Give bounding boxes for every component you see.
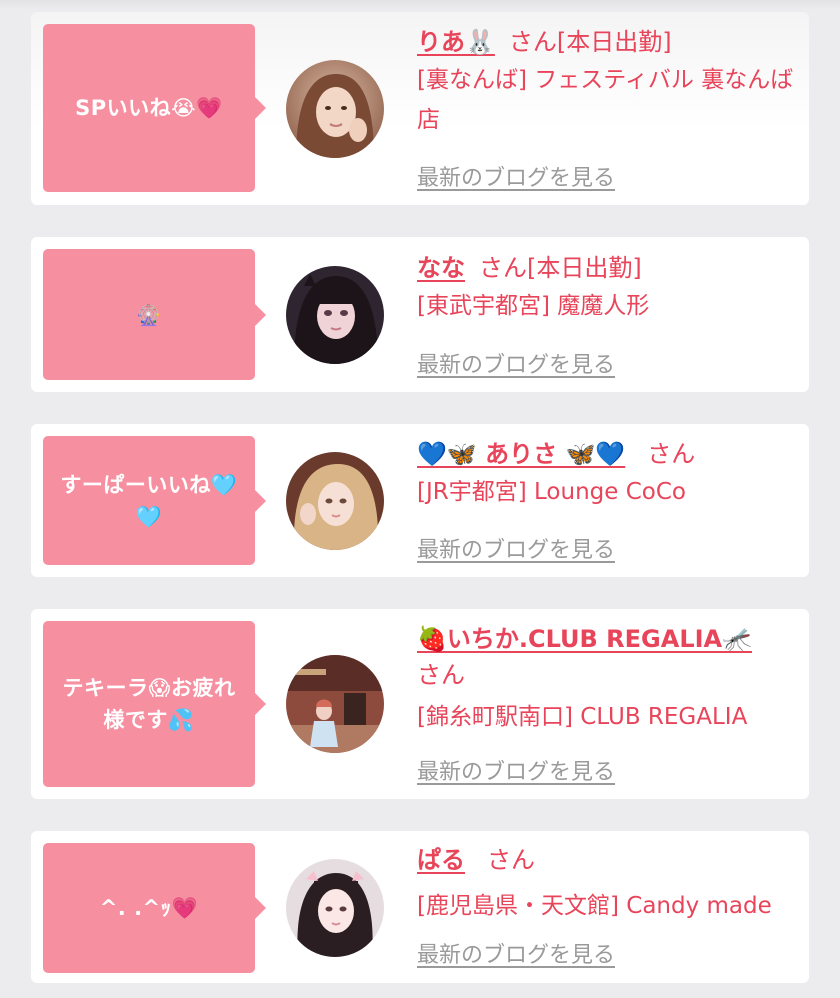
latest-blog-link[interactable]: 最新のブログを見る	[417, 754, 615, 786]
like-message-text: すーぱーいいね🩵🩵	[60, 472, 238, 529]
latest-blog-link[interactable]: 最新のブログを見る	[417, 347, 615, 379]
honorific-line: さん	[417, 657, 797, 693]
honorific: さん	[487, 846, 535, 874]
attendance-status: [本日出勤]	[556, 28, 672, 56]
cast-name-line: 💙🦋 ありさ 🦋💙 さん	[417, 436, 797, 472]
cast-avatar[interactable]	[286, 452, 384, 550]
like-message-bubble: テキーラ😱お疲れ様です💦	[43, 621, 266, 787]
honorific: さん	[479, 254, 527, 282]
cast-avatar[interactable]	[286, 60, 384, 158]
honorific: さん	[508, 28, 557, 56]
blog-like-card: ^. .^ｯ💗 ぱる さん [鹿児島県・天文館] Candy made 最新のブロ…	[31, 831, 809, 983]
shop-name: [裏なんば] フェスティバル 裏なんば店	[417, 67, 794, 133]
cast-name-line: なな さん[本日出勤]	[417, 250, 797, 286]
cast-name-link[interactable]: 💙🦋 ありさ 🦋💙	[417, 440, 625, 468]
cast-name-link[interactable]: りあ🐰	[417, 28, 495, 56]
blog-like-card: すーぱーいいね🩵🩵 💙🦋 ありさ 🦋💙 さん [JR宇都宮] Lounge CoC…	[31, 424, 809, 577]
blog-like-card: テキーラ😱お疲れ様です💦 🍓いちか.CLUB REGALIA🦟 さん [錦糸町駅…	[31, 609, 809, 799]
cast-avatar[interactable]	[286, 266, 384, 364]
cast-info: なな さん[本日出勤] [東武宇都宮] 魔魔人形	[417, 250, 797, 326]
cast-name-link[interactable]: 🍓いちか.CLUB REGALIA🦟	[417, 625, 752, 653]
like-message-bubble: ^. .^ｯ💗	[43, 843, 266, 973]
shop-name: [東武宇都宮] 魔魔人形	[417, 293, 650, 319]
cast-info: 💙🦋 ありさ 🦋💙 さん [JR宇都宮] Lounge CoCo	[417, 436, 797, 512]
like-message-text: SPいいね😭💗	[75, 96, 223, 120]
blog-like-card: SPいいね😭💗 りあ🐰 さん[本日出勤] [裏なんば] フェスティバル 裏なんば店…	[31, 12, 809, 205]
like-message-text: テキーラ😱お疲れ様です💦	[62, 676, 236, 732]
shop-name: [鹿児島県・天文館] Candy made	[417, 893, 772, 919]
latest-blog-link[interactable]: 最新のブログを見る	[417, 160, 615, 192]
cast-avatar[interactable]	[286, 859, 384, 957]
shop-name: [錦糸町駅南口] CLUB REGALIA	[417, 704, 748, 730]
cast-avatar[interactable]	[286, 655, 384, 753]
cast-info: ぱる さん [鹿児島県・天文館] Candy made	[417, 842, 797, 926]
like-message-text: ^. .^ｯ💗	[99, 896, 199, 920]
cast-name-line: ぱる さん	[417, 842, 797, 878]
latest-blog-link[interactable]: 最新のブログを見る	[417, 532, 615, 564]
honorific: さん	[417, 661, 465, 689]
like-message-bubble: SPいいね😭💗	[43, 24, 266, 192]
like-message-bubble: すーぱーいいね🩵🩵	[43, 436, 266, 565]
cast-name-link[interactable]: ぱる	[417, 846, 465, 874]
cast-name-link[interactable]: なな	[417, 254, 465, 282]
shop-name: [JR宇都宮] Lounge CoCo	[417, 479, 686, 505]
cast-name-line: 🍓いちか.CLUB REGALIA🦟	[417, 621, 797, 657]
attendance-status: [本日出勤]	[527, 254, 642, 282]
cast-info: りあ🐰 さん[本日出勤] [裏なんば] フェスティバル 裏なんば店	[417, 24, 797, 140]
like-message-bubble: 🎡	[43, 249, 266, 380]
honorific: さん	[647, 440, 696, 468]
cast-name-line: りあ🐰 さん[本日出勤]	[417, 24, 797, 60]
like-message-text: 🎡	[136, 302, 162, 327]
latest-blog-link[interactable]: 最新のブログを見る	[417, 937, 615, 969]
blog-like-card: 🎡 なな さん[本日出勤] [東武宇都宮] 魔魔人形 最新のブログを見る	[31, 237, 809, 392]
top-scroll-edge	[0, 0, 840, 10]
cast-info: 🍓いちか.CLUB REGALIA🦟 さん [錦糸町駅南口] CLUB REGA…	[417, 621, 797, 737]
